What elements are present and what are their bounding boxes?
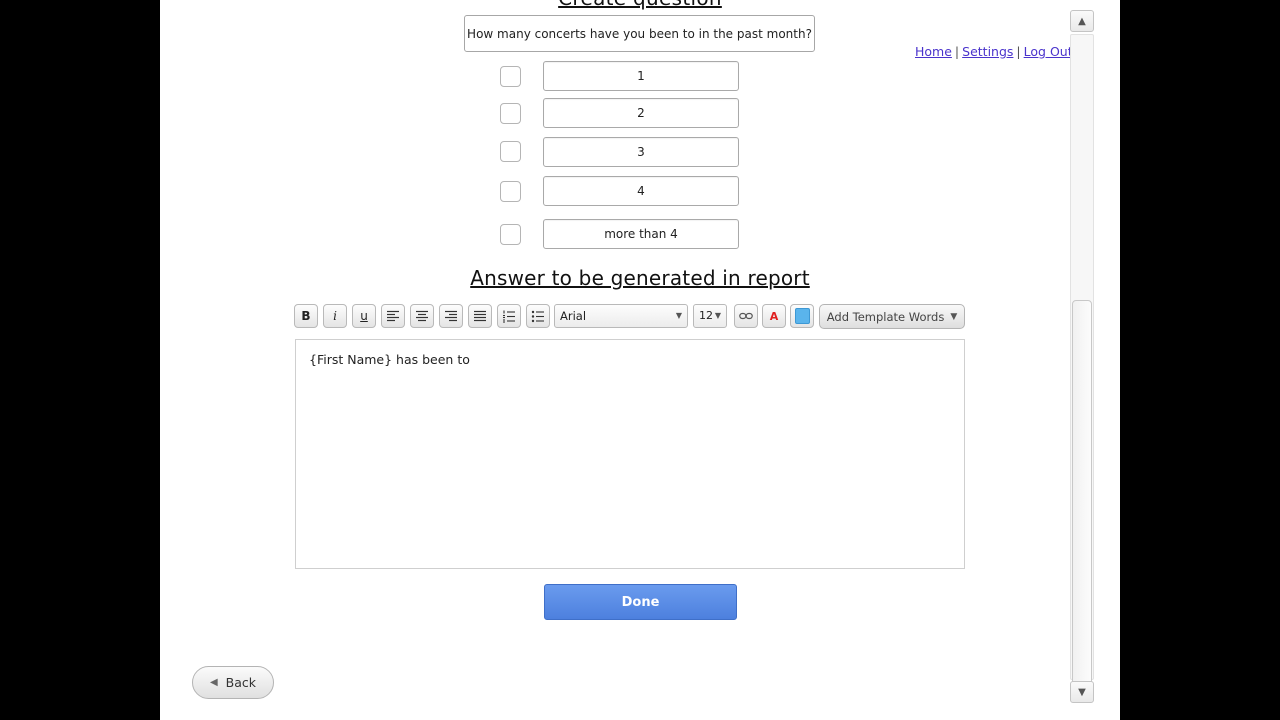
option-input[interactable]: 1 [543,61,739,91]
underline-button[interactable]: u [352,304,376,328]
option-input[interactable]: 4 [543,176,739,206]
chevron-down-icon: ▼ [675,311,682,320]
italic-button[interactable]: i [323,304,347,328]
font-family-value: Arial [560,309,587,323]
arrow-down-icon: ▼ [1078,686,1086,698]
bold-button[interactable]: B [294,304,318,328]
option-input[interactable]: 2 [543,98,739,128]
answer-editor[interactable]: {First Name} has been to [295,339,965,569]
option-checkbox[interactable] [500,141,521,162]
option-input[interactable]: 3 [543,137,739,167]
scroll-up-button[interactable]: ▲ [1070,10,1094,32]
highlight-color-button[interactable] [790,304,814,328]
numbered-list-button[interactable] [497,304,521,328]
option-checkbox[interactable] [500,181,521,202]
font-size-value: 12 [699,309,713,322]
add-template-words-button[interactable]: Add Template Words ▼ [819,304,965,329]
page: Create question Home|Settings|Log Out Ho… [160,0,1120,720]
page-title: Create question [160,0,1120,10]
align-center-icon [416,310,428,322]
add-template-words-label: Add Template Words [826,309,945,324]
question-input[interactable]: How many concerts have you been to in th… [464,15,815,52]
align-justify-button[interactable] [468,304,492,328]
link-icon [739,312,753,320]
home-link[interactable]: Home [915,44,952,59]
settings-link[interactable]: Settings [962,44,1013,59]
bullet-list-icon [531,310,544,322]
option-checkbox[interactable] [500,66,521,87]
top-nav: Home | Settings | Log Out [915,44,1073,59]
font-size-select[interactable]: 12 ▼ [693,304,727,328]
align-right-icon [445,310,457,322]
back-button-label: Back [225,675,257,690]
arrow-up-icon: ▲ [1078,15,1086,27]
link-button[interactable] [734,304,758,328]
scroll-thumb[interactable] [1072,300,1092,690]
back-button[interactable]: ◀ Back [192,666,274,699]
bullet-list-button[interactable] [526,304,550,328]
align-justify-icon [474,310,486,322]
nav-separator: | [1016,44,1021,59]
align-left-button[interactable] [381,304,405,328]
vertical-scrollbar[interactable]: ▲ ▼ [1070,10,1094,706]
chevron-down-icon: ▼ [714,311,721,320]
option-input[interactable]: more than 4 [543,219,739,249]
align-center-button[interactable] [410,304,434,328]
option-checkbox[interactable] [500,224,521,245]
nav-separator: | [954,44,960,59]
align-left-icon [387,310,399,322]
done-button[interactable]: Done [544,584,737,620]
logout-link[interactable]: Log Out [1024,44,1073,59]
text-color-button[interactable]: A [762,304,786,328]
align-right-button[interactable] [439,304,463,328]
scroll-down-button[interactable]: ▼ [1070,681,1094,703]
scroll-track[interactable] [1070,34,1094,690]
font-family-select[interactable]: Arial ▼ [554,304,688,328]
chevron-left-icon: ◀ [209,677,218,688]
answer-section-title: Answer to be generated in report [470,266,810,290]
numbered-list-icon [503,310,515,323]
option-checkbox[interactable] [500,103,521,124]
highlight-color-swatch [794,308,810,324]
chevron-down-icon: ▼ [950,311,958,322]
